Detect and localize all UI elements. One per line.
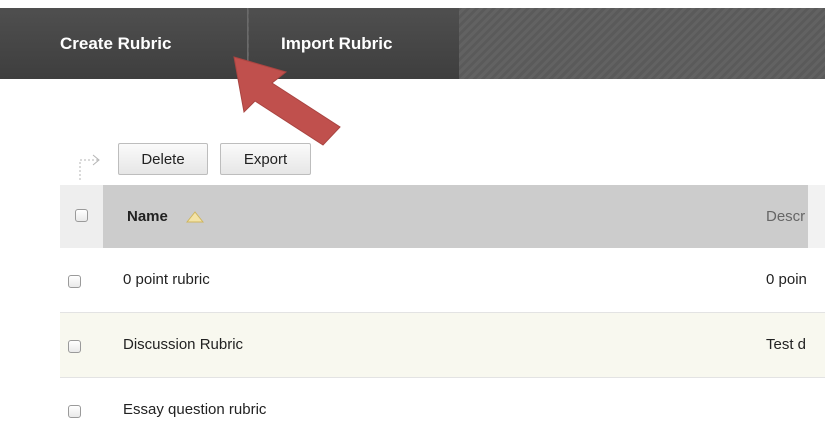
header-name-cell — [103, 185, 808, 248]
rubric-name[interactable]: Essay question rubric — [123, 378, 266, 442]
name-column-header[interactable]: Name — [127, 185, 168, 248]
table-header: Name Descr — [60, 185, 825, 248]
table-row: Essay question rubric — [60, 378, 825, 443]
select-hook-icon — [79, 154, 100, 180]
rubric-name[interactable]: 0 point rubric — [123, 248, 210, 312]
rubric-description — [766, 378, 825, 442]
sort-ascending-icon[interactable] — [186, 211, 204, 223]
row-checkbox[interactable] — [68, 340, 81, 353]
select-all-checkbox[interactable] — [75, 209, 88, 222]
delete-button[interactable]: Delete — [118, 143, 208, 175]
row-checkbox[interactable] — [68, 275, 81, 288]
export-button[interactable]: Export — [220, 143, 311, 175]
row-checkbox[interactable] — [68, 405, 81, 418]
table-row: Discussion Rubric Test d — [60, 313, 825, 378]
description-column-header[interactable]: Descr — [766, 185, 825, 248]
top-margin — [0, 0, 825, 8]
rubric-description: 0 poin — [766, 271, 807, 288]
rubric-description: Test d — [766, 336, 807, 353]
rubric-name[interactable]: Discussion Rubric — [123, 313, 243, 377]
create-rubric-button[interactable]: Create Rubric — [0, 8, 248, 79]
pointer-arrow-icon — [233, 56, 341, 146]
table-row: 0 point rubric 0 poin — [60, 248, 825, 313]
